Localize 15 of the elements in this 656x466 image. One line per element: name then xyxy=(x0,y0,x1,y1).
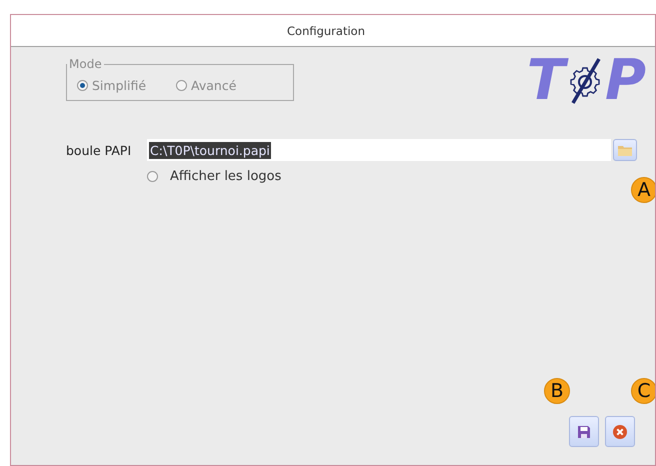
group-label: Mode xyxy=(68,57,103,71)
file-path-field[interactable]: C:\T0P\tournoi.papi xyxy=(147,139,611,161)
logo-letter: P xyxy=(604,53,646,109)
callout-badge: A xyxy=(631,177,655,203)
close-icon xyxy=(612,424,628,440)
save-button[interactable] xyxy=(569,416,599,447)
callout-badge: C xyxy=(631,378,655,404)
show-logos-option[interactable]: Afficher les logos xyxy=(147,169,282,184)
callout-badge: B xyxy=(544,378,570,404)
field-label: boule PAPI xyxy=(66,142,132,158)
cancel-button[interactable] xyxy=(605,416,635,447)
save-icon xyxy=(577,424,591,438)
folder-icon xyxy=(618,144,632,156)
window-title: Configuration xyxy=(287,24,365,38)
selected-text: C:\T0P\tournoi.papi xyxy=(149,142,271,158)
